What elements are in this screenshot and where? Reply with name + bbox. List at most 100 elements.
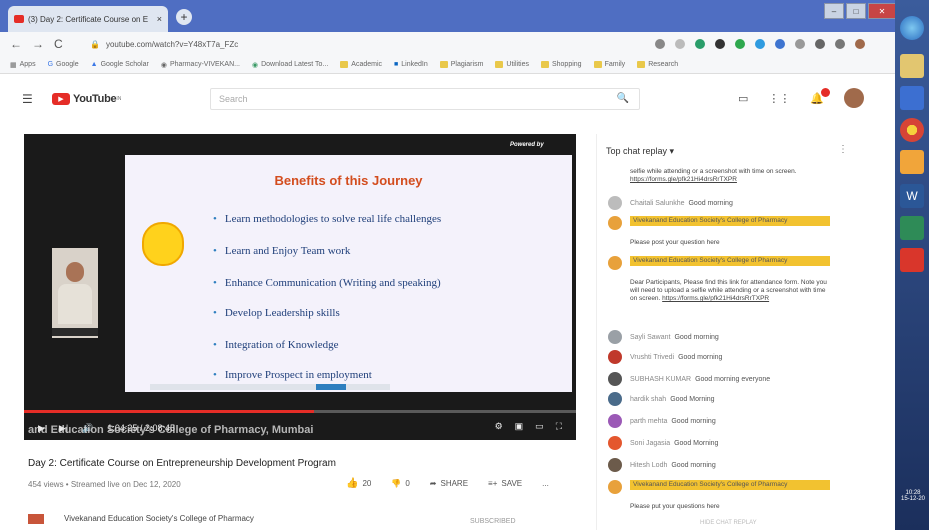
lock-icon: 🔒 xyxy=(90,39,100,49)
pdf-icon[interactable] xyxy=(900,248,924,272)
forward-button[interactable]: → xyxy=(32,37,44,51)
chat-message: Chaitali Salunkhe Good morning xyxy=(608,196,733,210)
presentation-slide: Benefits of this Journey • Learn methodol… xyxy=(125,155,572,392)
video-meta: 454 views • Streamed live on Dec 12, 202… xyxy=(28,480,181,489)
header-actions: ▭ ⋮⋮ 🔔 xyxy=(738,86,865,110)
slide-bullet: • Learn and Enjoy Team work xyxy=(213,245,351,257)
chat-message-text: Please put your questions here xyxy=(630,503,720,510)
search-input[interactable]: Search 🔍 xyxy=(210,88,640,110)
youtube-favicon-icon xyxy=(14,15,24,23)
bookmarks-bar: ▦ Apps G Google ▲ Google Scholar ◉ Pharmacy-… xyxy=(0,56,895,74)
menu-icon[interactable] xyxy=(835,39,845,49)
folder-icon xyxy=(540,61,549,68)
bookmark-plagiarism[interactable]: Plagiarism xyxy=(439,61,483,68)
chat-message: parth mehta Good morning xyxy=(608,414,716,428)
folder-icon xyxy=(340,61,349,68)
excel-icon[interactable] xyxy=(900,216,924,240)
bookmark-shopping[interactable]: Shopping xyxy=(540,61,582,68)
video-title: Day 2: Certificate Course on Entrepreneu… xyxy=(28,458,336,469)
avatar xyxy=(608,392,622,406)
save-disk-icon[interactable] xyxy=(900,86,924,110)
miniplayer-icon[interactable]: ▣ xyxy=(515,421,524,432)
notifications-bell-icon[interactable]: 🔔 xyxy=(810,87,831,105)
bookmark-linkedin[interactable]: ■ LinkedIn xyxy=(394,61,428,68)
extension-icon[interactable] xyxy=(815,39,825,49)
folder-icon[interactable] xyxy=(900,150,924,174)
bookmark-download[interactable]: ◉ Download Latest To... xyxy=(252,61,328,69)
fullscreen-icon[interactable]: ⛶ xyxy=(556,421,562,432)
extension-icon[interactable] xyxy=(775,39,785,49)
bookmark-utilities[interactable]: Utilities xyxy=(495,61,529,68)
like-button[interactable]: 👍 20 xyxy=(346,478,371,489)
folder-icon xyxy=(495,61,504,68)
chat-avatar xyxy=(608,480,630,494)
bookmark-research[interactable]: Research xyxy=(637,61,678,68)
slide-footer-bar xyxy=(150,384,390,390)
search-icon[interactable]: 🔍 xyxy=(617,93,629,104)
bookmark-family[interactable]: Family xyxy=(593,61,625,68)
minimize-button[interactable]: – xyxy=(824,3,844,19)
extension-icon[interactable] xyxy=(795,39,805,49)
chat-message: Sayli Sawant Good morning xyxy=(608,330,719,344)
slide-bullet: • Improve Prospect in employment xyxy=(213,369,372,381)
extension-icon[interactable] xyxy=(695,39,705,49)
youtube-logo[interactable]: ▶ YouTube IN xyxy=(52,92,121,106)
chat-header[interactable]: Top chat replay ▾ xyxy=(606,146,674,157)
hide-chat-replay-button[interactable]: HIDE CHAT REPLAY xyxy=(700,520,757,526)
browser-tab[interactable]: (3) Day 2: Certificate Course on E × xyxy=(8,6,168,32)
word-icon[interactable]: W xyxy=(900,184,924,208)
thumbs-up-icon: 👍 xyxy=(346,478,359,489)
file-explorer-icon[interactable] xyxy=(900,54,924,78)
chat-message: Vrushti Trivedi Good morning xyxy=(608,350,722,364)
profile-icon[interactable] xyxy=(855,39,865,49)
video-watermark: and Education Society's College of Pharm… xyxy=(28,424,314,436)
thumbs-down-icon: 👎 xyxy=(391,479,402,488)
windows-taskbar: W xyxy=(895,0,929,530)
video-progress-bar[interactable] xyxy=(24,410,576,413)
theater-mode-icon[interactable]: ▭ xyxy=(535,421,544,432)
avatar xyxy=(608,350,622,364)
chat-avatar xyxy=(608,256,630,270)
extension-icon[interactable] xyxy=(655,39,665,49)
tab-close-icon[interactable]: × xyxy=(157,14,162,24)
scholar-icon: ▲ xyxy=(90,61,98,68)
extension-icon[interactable] xyxy=(715,39,725,49)
apps-grid-icon[interactable]: ⋮⋮ xyxy=(768,92,790,105)
hamburger-menu-icon[interactable]: ☰ xyxy=(22,92,33,106)
extension-icon[interactable] xyxy=(735,39,745,49)
new-tab-button[interactable]: + xyxy=(176,9,192,25)
avatar xyxy=(608,414,622,428)
bookmark-google-scholar[interactable]: ▲ Google Scholar xyxy=(91,61,149,68)
globe-icon: ◉ xyxy=(160,61,167,69)
chat-more-icon[interactable]: ⋮ xyxy=(838,144,848,155)
settings-gear-icon[interactable]: ⚙ xyxy=(495,421,503,432)
chat-message: hardik shah Good Morning xyxy=(608,392,715,406)
share-button[interactable]: ➦ SHARE xyxy=(430,479,468,488)
playlist-add-icon: ≡+ xyxy=(488,479,498,488)
more-button[interactable]: ... xyxy=(542,479,549,488)
start-orb-icon[interactable] xyxy=(900,16,924,40)
slide-bullet: • Learn methodologies to solve real life … xyxy=(213,213,442,225)
chat-message: Hitesh Lodh Good morning xyxy=(608,458,716,472)
close-window-button[interactable]: ✕ xyxy=(868,3,896,19)
chat-avatar xyxy=(608,216,630,230)
bookmark-apps[interactable]: ▦ Apps xyxy=(10,61,36,69)
avatar[interactable] xyxy=(844,88,865,108)
channel-name[interactable]: Vivekanand Education Society's College o… xyxy=(28,514,254,524)
maximize-button[interactable]: □ xyxy=(846,3,866,19)
star-icon[interactable] xyxy=(675,39,685,49)
address-bar[interactable]: 🔒 youtube.com/watch?v=Y48xT7a_FZc xyxy=(90,36,650,52)
subscribed-button[interactable]: SUBSCRIBED xyxy=(470,518,516,525)
reload-button[interactable]: C xyxy=(54,37,63,51)
chat-message: SUBHASH KUMAR Good morning everyone xyxy=(608,372,770,386)
chrome-icon[interactable] xyxy=(900,118,924,142)
back-button[interactable]: ← xyxy=(10,37,22,51)
create-video-icon[interactable]: ▭ xyxy=(738,92,748,105)
bookmark-google[interactable]: G Google xyxy=(48,61,79,68)
dislike-button[interactable]: 👎 0 xyxy=(391,479,409,488)
extension-icon[interactable] xyxy=(755,39,765,49)
bookmark-academic[interactable]: Academic xyxy=(340,61,382,68)
save-button[interactable]: ≡+ SAVE xyxy=(488,479,522,488)
bookmark-pharmacy[interactable]: ◉ Pharmacy-VIVEKAN... xyxy=(161,61,240,69)
window-controls: – □ ✕ xyxy=(822,3,896,19)
